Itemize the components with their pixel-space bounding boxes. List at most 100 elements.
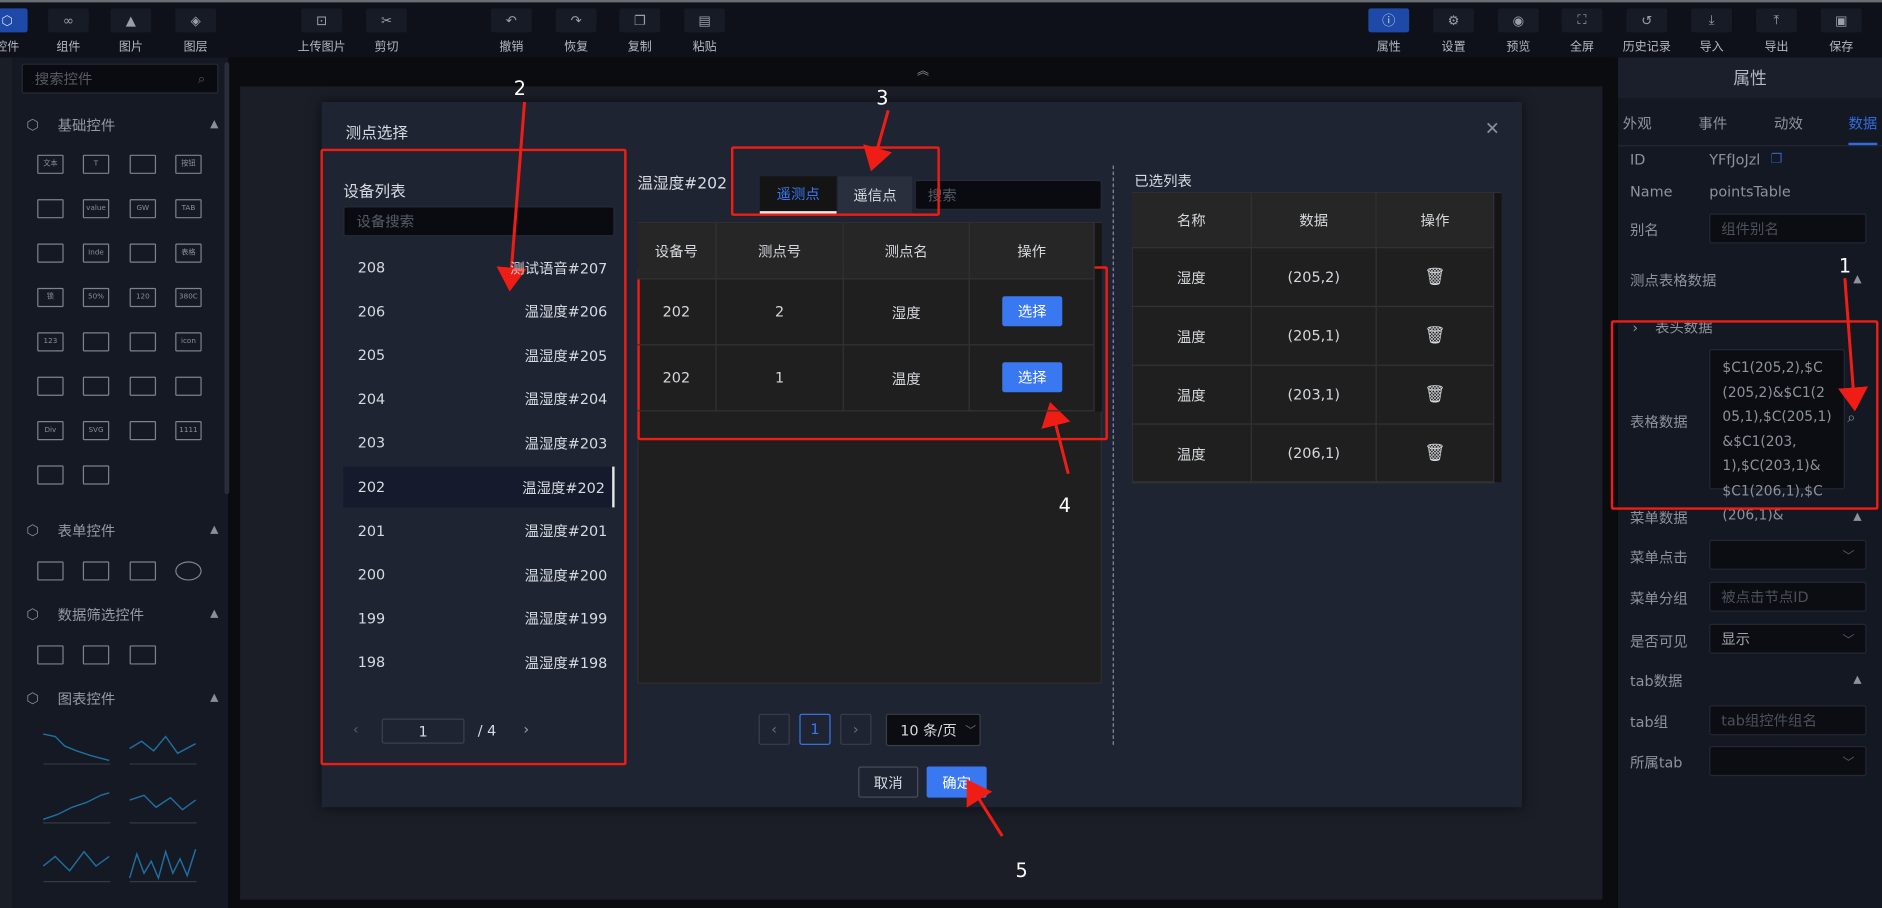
- widget-item[interactable]: [82, 465, 110, 485]
- device-list-item[interactable]: 206 温湿度#206: [343, 291, 614, 332]
- device-list-item[interactable]: 208 测试语音#207: [343, 247, 614, 288]
- widget-item[interactable]: 123: [37, 332, 64, 352]
- widget-item[interactable]: Inde: [82, 243, 110, 263]
- chart-widget-thumbnail[interactable]: [41, 783, 111, 826]
- toolbar-button-fullscreen[interactable]: ⛶ 全屏: [1550, 8, 1615, 56]
- device-list-item[interactable]: 201 温湿度#201: [343, 510, 614, 551]
- device-list-item[interactable]: 200 温湿度#200: [343, 554, 614, 595]
- widget-item[interactable]: Div: [37, 421, 64, 441]
- widget-item[interactable]: T: [82, 154, 110, 174]
- widget-item[interactable]: [175, 376, 202, 396]
- delete-icon[interactable]: 🗑: [1376, 248, 1495, 308]
- toolbar-button-label: 图片: [118, 40, 143, 54]
- widget-item[interactable]: TAB: [175, 199, 202, 219]
- chart-widget-thumbnail[interactable]: [127, 783, 197, 826]
- cut-icon: ✂: [366, 8, 407, 33]
- chart-thumbnail-icon: [42, 850, 111, 883]
- widget-item[interactable]: 380C: [175, 287, 202, 308]
- device-name: 温湿度#204: [524, 391, 608, 409]
- toolbar-button-undo[interactable]: ↶ 撤销: [479, 8, 544, 56]
- form-widget-item[interactable]: [129, 561, 157, 581]
- widget-item[interactable]: icon: [175, 332, 202, 352]
- device-list-item[interactable]: 203 温湿度#203: [343, 423, 614, 464]
- toolbar-button-copy[interactable]: ❐ 复制: [607, 8, 672, 56]
- filter-widget-item[interactable]: [37, 645, 64, 665]
- delete-icon[interactable]: 🗑: [1376, 307, 1495, 366]
- toolbar-button-paste[interactable]: ▤ 粘贴: [672, 8, 737, 56]
- filter-widget-item[interactable]: [82, 645, 110, 665]
- chart-widget-thumbnail[interactable]: [41, 842, 111, 885]
- sidebar-section-header[interactable]: ⬡ 数据筛选控件 ▲: [26, 602, 218, 626]
- toolbar-button-cube[interactable]: ⬡ 控件: [0, 8, 40, 56]
- paste-icon: ▤: [684, 8, 725, 33]
- widget-item[interactable]: 锁: [37, 287, 64, 308]
- widget-item[interactable]: value: [82, 199, 110, 219]
- filter-widget-item[interactable]: [129, 645, 157, 665]
- widget-item[interactable]: 1111: [175, 421, 202, 441]
- widget-item[interactable]: [37, 376, 64, 396]
- toolbar-button-layers[interactable]: ◈ 图层: [163, 8, 228, 56]
- toolbar-button-gear[interactable]: ⚙ 设置: [1421, 8, 1486, 56]
- widget-item[interactable]: GW: [129, 199, 157, 219]
- chart-widget-thumbnail[interactable]: [41, 724, 111, 767]
- points-cell-device: 202: [637, 345, 717, 412]
- toolbar-button-label: 组件: [56, 40, 81, 54]
- points-column-header: 操作: [969, 223, 1095, 280]
- sidebar-section-header[interactable]: ⬡ 表单控件 ▲: [26, 518, 218, 542]
- toolbar-button-image[interactable]: ▲ 图片: [98, 8, 163, 56]
- chart-widget-thumbnail[interactable]: [127, 842, 197, 885]
- widget-item[interactable]: [129, 243, 157, 263]
- widget-item[interactable]: [129, 421, 157, 441]
- toolbar-button-redo[interactable]: ↷ 恢复: [544, 8, 609, 56]
- sidebar-section-header[interactable]: ⬡ 基础控件 ▲: [26, 113, 218, 137]
- widget-item[interactable]: [37, 199, 64, 219]
- widget-item[interactable]: [37, 465, 64, 485]
- selected-table-scrollbar[interactable]: [1494, 193, 1502, 483]
- device-list-item[interactable]: 204 温湿度#204: [343, 379, 614, 420]
- device-list-item[interactable]: 205 温湿度#205: [343, 335, 614, 376]
- select-point-button[interactable]: 选择: [1002, 296, 1063, 327]
- delete-icon[interactable]: 🗑: [1376, 365, 1495, 425]
- widget-item[interactable]: 表格: [175, 243, 202, 263]
- props-tab-0[interactable]: 外观: [1623, 113, 1652, 145]
- widget-item[interactable]: [37, 243, 64, 263]
- toolbar-button-cut[interactable]: ✂ 剪切: [354, 8, 419, 56]
- form-widget-item[interactable]: [82, 561, 110, 581]
- widget-item[interactable]: 120: [129, 287, 157, 308]
- layers-icon: ◈: [175, 8, 217, 33]
- upload-image-icon: ⊡: [301, 8, 343, 33]
- section-title: 表单控件: [57, 522, 116, 540]
- form-widget-item[interactable]: [175, 561, 202, 581]
- device-list-item[interactable]: 199 温湿度#199: [343, 598, 614, 639]
- widget-item[interactable]: [129, 376, 157, 396]
- chart-widget-thumbnail[interactable]: [127, 724, 197, 767]
- toolbar-button-import[interactable]: ⤓ 导入: [1679, 8, 1744, 56]
- toolbar-button-preview[interactable]: ◉ 预览: [1486, 8, 1551, 56]
- widget-item[interactable]: [129, 154, 157, 174]
- props-tab-3[interactable]: 数据: [1848, 113, 1878, 146]
- toolbar-button-save[interactable]: ▣ 保存: [1809, 8, 1874, 56]
- chevron-up-icon: ▲: [210, 118, 219, 131]
- widget-item[interactable]: [82, 376, 110, 396]
- props-tab-2[interactable]: 动效: [1774, 113, 1803, 145]
- widget-item[interactable]: [82, 332, 110, 352]
- device-list-item[interactable]: 198 温湿度#198: [343, 642, 614, 683]
- annotation-arrow-4: [1041, 402, 1071, 475]
- select-point-button[interactable]: 选择: [1002, 362, 1063, 393]
- toolbar-button-link[interactable]: ∞ 组件: [36, 8, 101, 56]
- sidebar-section-header[interactable]: ⬡ 图表控件 ▲: [26, 686, 218, 710]
- delete-icon[interactable]: 🗑: [1376, 424, 1495, 484]
- widget-item[interactable]: 50%: [82, 287, 110, 308]
- toolbar-button-history[interactable]: ↺ 历史记录: [1614, 8, 1679, 56]
- form-widget-item[interactable]: [37, 561, 64, 581]
- toolbar-button-info[interactable]: ⓘ 属性: [1356, 8, 1421, 56]
- device-list-item[interactable]: 202 温湿度#202: [343, 466, 615, 508]
- widget-item[interactable]: 文本: [37, 154, 64, 174]
- annotation-arrow-1: [1838, 278, 1869, 412]
- widget-item[interactable]: [129, 332, 157, 352]
- widget-item[interactable]: 按钮: [175, 154, 202, 174]
- toolbar-button-export[interactable]: ⤒ 导出: [1744, 8, 1809, 56]
- toolbar-button-upload-image[interactable]: ⊡ 上传图片: [289, 8, 354, 56]
- widget-item[interactable]: SVG: [82, 421, 110, 441]
- props-tab-1[interactable]: 事件: [1698, 113, 1727, 145]
